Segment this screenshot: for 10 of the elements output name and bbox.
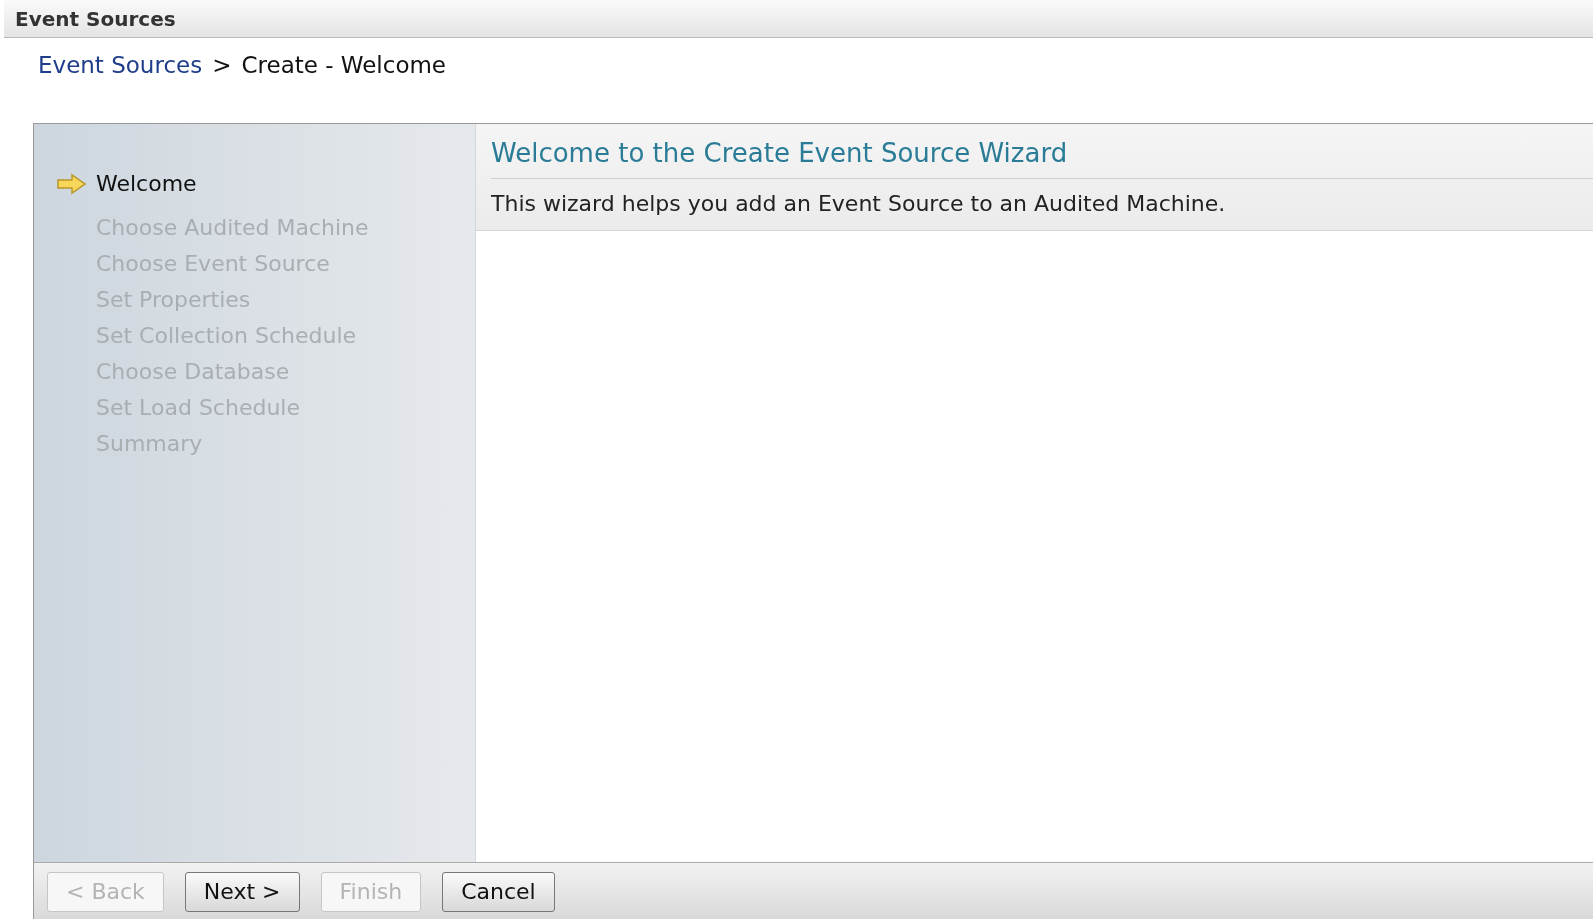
arrow-icon (56, 172, 88, 195)
breadcrumb-current: Create - Welcome (241, 52, 447, 78)
wizard-button[interactable]: Cancel (442, 871, 555, 912)
wizard-description: This wizard helps you add an Event Source to an Audited Machine. (491, 190, 1227, 218)
breadcrumb-separator: > (212, 52, 232, 78)
wizard-button[interactable]: Next > (184, 871, 300, 912)
breadcrumb-link[interactable]: Event Sources (38, 52, 203, 78)
wizard-step: Welcome (96, 171, 197, 196)
wizard-title: Welcome to the Create Event Source Wizard (491, 124, 1593, 179)
page-title: Event Sources (15, 6, 176, 31)
